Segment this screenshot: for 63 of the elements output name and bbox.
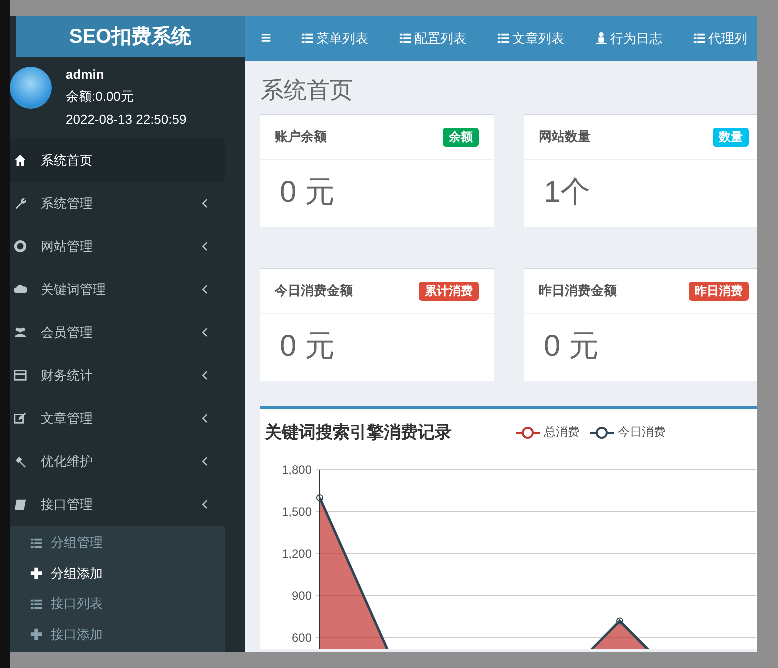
list-icon (692, 32, 706, 45)
menu-item[interactable]: 系统首页 (10, 139, 225, 182)
nav-link[interactable]: 配置列表 (384, 30, 482, 48)
axis-label: 1,800 (282, 463, 312, 477)
login-time: 2022-08-13 22:50:59 (66, 112, 187, 128)
legend-label: 总消费 (544, 424, 580, 441)
nav-link[interactable]: 菜单列表 (286, 30, 384, 48)
nav-link[interactable]: 代理列 (678, 30, 757, 48)
card-title: 昨日消费金额 (539, 282, 617, 300)
edit-icon (14, 412, 27, 425)
axis-label: 900 (292, 589, 312, 603)
circle-icon (14, 240, 27, 253)
submenu-item[interactable]: 分组管理 (10, 528, 225, 558)
stat-value: 0 元 (279, 175, 336, 211)
plus-icon (30, 628, 43, 642)
menu-item[interactable]: 财务统计 (10, 354, 225, 397)
chart-title: 关键词搜索引擎消费记录 (265, 422, 452, 444)
menu-item[interactable]: 会员管理 (10, 311, 225, 354)
legend-label: 今日消费 (618, 424, 666, 441)
book-icon (14, 498, 27, 511)
list-icon (300, 32, 314, 45)
submenu-item[interactable]: 接口添加 (10, 620, 225, 650)
plus-icon (30, 567, 43, 580)
wrench-icon (14, 197, 27, 210)
axis-label: 1,500 (282, 505, 312, 519)
menu-item[interactable]: 关键词管理 (10, 268, 225, 311)
status-badge: 昨日消费 (689, 282, 749, 300)
axis-label: 600 (292, 631, 312, 645)
list-icon (496, 32, 510, 45)
status-badge: 数量 (713, 128, 749, 146)
axis-label: 1,200 (282, 547, 312, 561)
users-icon (14, 326, 27, 339)
status-badge: 累计消费 (419, 282, 479, 300)
avatar (10, 67, 52, 110)
menu-item[interactable]: 文章管理 (10, 397, 225, 440)
list-icon (398, 32, 412, 45)
stat-value: 1个 (543, 175, 592, 211)
menu-item[interactable]: 系统管理 (10, 182, 225, 225)
card-title: 今日消费金额 (275, 282, 353, 300)
nav-link[interactable]: 行为日志 (580, 30, 678, 48)
menu-item[interactable]: 优化维护 (10, 440, 225, 483)
gavel-icon (14, 455, 27, 468)
list-icon (30, 598, 43, 611)
menu-toggle[interactable]: ≡ (245, 28, 286, 49)
cloud-icon (14, 283, 27, 296)
submenu-item[interactable]: 分组添加 (10, 558, 225, 589)
app-logo[interactable]: SEO扣费系统 (16, 16, 245, 58)
nav-link[interactable]: 文章列表 (482, 30, 580, 48)
submenu-item[interactable]: 接口列表 (10, 589, 225, 620)
card-title: 网站数量 (539, 128, 591, 146)
home-icon (14, 154, 27, 167)
status-badge: 余额 (443, 128, 479, 146)
stat-value: 0 元 (543, 329, 600, 365)
person-icon (594, 32, 608, 45)
user-name: admin (66, 67, 106, 82)
menu-item[interactable]: 接口管理 (10, 483, 225, 526)
credit-card-icon (14, 369, 27, 382)
stat-value: 0 元 (279, 329, 336, 365)
list-icon (30, 536, 43, 550)
user-balance: 余额:0.00元 (66, 88, 135, 106)
menu-item[interactable]: 网站管理 (10, 225, 225, 268)
page-title: 系统首页 (261, 76, 354, 105)
card-title: 账户余额 (275, 128, 327, 146)
